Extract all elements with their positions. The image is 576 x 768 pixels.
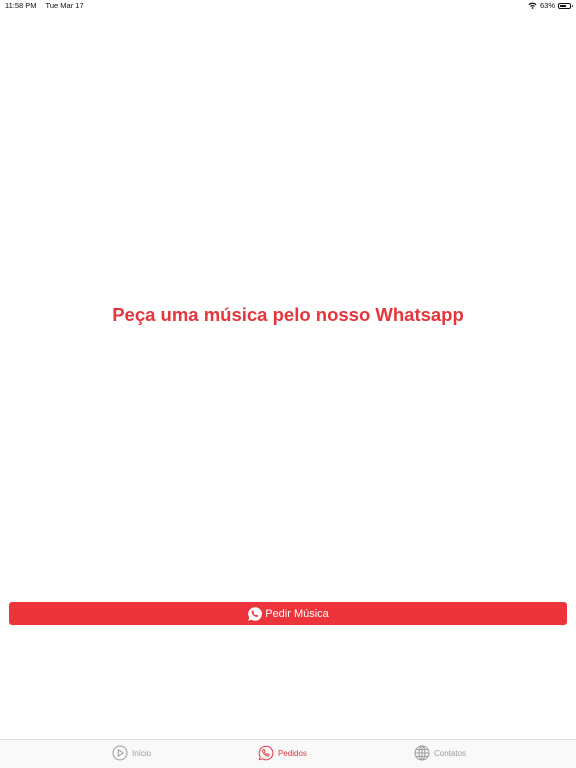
wifi-icon xyxy=(528,2,537,9)
tab-pedidos-label: Pedidos xyxy=(278,748,307,758)
request-song-label: Pedir Música xyxy=(265,607,329,620)
status-date: Tue Mar 17 xyxy=(45,1,84,10)
request-song-button[interactable]: Pedir Música xyxy=(9,602,567,625)
phone-bubble-icon xyxy=(258,745,274,761)
tab-inicio-label: Início xyxy=(132,748,152,758)
status-left: 11:58 PM Tue Mar 17 xyxy=(5,1,84,10)
play-circle-icon xyxy=(112,745,128,761)
tab-inicio[interactable]: Início xyxy=(112,745,151,761)
tab-bar: Início Pedidos Contatos xyxy=(0,739,576,768)
tab-contatos-label: Contatos xyxy=(434,748,467,758)
status-right: 63% xyxy=(528,1,573,10)
tab-pedidos[interactable]: Pedidos xyxy=(258,745,307,761)
whatsapp-icon xyxy=(247,606,263,622)
status-time: 11:58 PM xyxy=(5,1,37,10)
status-bar: 11:58 PM Tue Mar 17 63% xyxy=(0,0,576,12)
battery-nub xyxy=(571,5,573,7)
app-screen: 11:58 PM Tue Mar 17 63% Peça uma música … xyxy=(0,0,576,768)
battery-icon xyxy=(558,2,573,9)
battery-percent: 63% xyxy=(539,1,555,10)
battery-level-fill xyxy=(560,4,566,7)
tab-contatos[interactable]: Contatos xyxy=(414,745,466,761)
page-headline: Peça uma música pelo nosso Whatsapp xyxy=(112,304,464,325)
globe-icon xyxy=(414,745,430,761)
